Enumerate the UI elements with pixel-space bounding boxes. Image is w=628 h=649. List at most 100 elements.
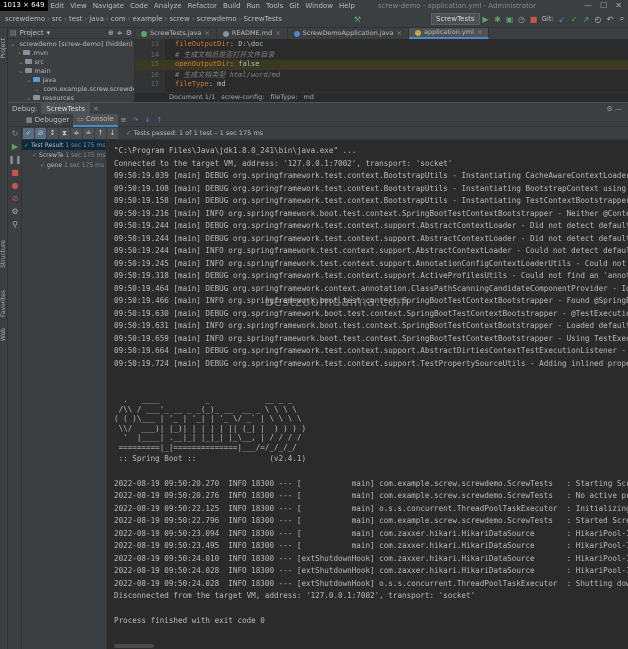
step-over-icon[interactable]: ↷	[130, 116, 142, 124]
breakpoints-icon[interactable]: ●	[8, 179, 22, 192]
gear-icon[interactable]: ⚙ —	[606, 105, 628, 113]
project-tool-label[interactable]: Project	[0, 38, 8, 59]
editor-tab[interactable]: application.yml ×	[408, 28, 490, 39]
menu-item-navigate[interactable]: Navigate	[90, 2, 127, 10]
chevron-icon[interactable]: ›	[18, 49, 21, 57]
close-icon[interactable]: ×	[204, 28, 209, 39]
tab-console[interactable]: ▭ Console	[73, 113, 118, 127]
next-failed-icon[interactable]: ↓	[107, 127, 118, 139]
menu-item-analyze[interactable]: Analyze	[151, 2, 185, 10]
web-tool-label[interactable]: Web	[0, 328, 8, 341]
breadcrumb-item[interactable]: screwdemo	[195, 15, 239, 23]
tree-item[interactable]: ⌄ main	[8, 66, 134, 75]
menu-item-git[interactable]: Git	[286, 2, 302, 10]
collapse-all-icon[interactable]: ≐	[83, 127, 94, 139]
search-icon[interactable]: ⌕	[616, 14, 628, 24]
prev-failed-icon[interactable]: ↑	[95, 127, 106, 139]
tree-item[interactable]: ⌄ com.example.screw.screwdemo	[8, 84, 134, 93]
step-into-icon[interactable]: ↓	[141, 116, 153, 124]
menu-item-help[interactable]: Help	[336, 2, 358, 10]
editor-breadcrumb-item[interactable]: screw-config:	[221, 93, 264, 101]
test-tree-item[interactable]: ✓ Test Result 1 sec 175 ms	[22, 140, 106, 150]
breadcrumb-item[interactable]: screwdemo	[3, 15, 47, 23]
sort-duration-icon[interactable]: ⧗	[59, 127, 70, 139]
profile-icon[interactable]: ◷	[516, 15, 528, 24]
git-push-icon[interactable]: ↗	[580, 15, 592, 24]
expand-all-icon[interactable]: ≑	[71, 127, 82, 139]
breadcrumb-item[interactable]: src	[50, 15, 64, 23]
breadcrumb-item[interactable]: test	[67, 15, 84, 23]
chevron-icon[interactable]: ⌄	[18, 58, 23, 66]
tree-item[interactable]: ⌄ java	[8, 75, 134, 84]
locate-icon[interactable]: ⊕	[108, 29, 114, 37]
console-horizontal-scrollbar[interactable]	[108, 643, 628, 649]
console-output[interactable]: "C:\Program Files\Java\jdk1.8.0_241\bin\…	[108, 140, 628, 649]
rollback-icon[interactable]: ↶	[604, 15, 616, 24]
menu-item-tools[interactable]: Tools	[263, 2, 286, 10]
menu-item-window[interactable]: Window	[302, 2, 336, 10]
tree-item[interactable]: ⌄ src	[8, 57, 134, 66]
breadcrumb-item[interactable]: screw	[167, 15, 191, 23]
layout-icon[interactable]: ≡	[118, 116, 130, 124]
tree-item[interactable]: › .mvn	[8, 48, 134, 57]
close-icon[interactable]: ×	[477, 28, 482, 38]
editor-tab[interactable]: README.md ×	[217, 28, 288, 39]
breadcrumb-item[interactable]: java	[87, 15, 106, 23]
close-icon[interactable]: ×	[275, 28, 280, 39]
editor-breadcrumb-item[interactable]: fileType:	[270, 93, 297, 101]
menu-item-build[interactable]: Build	[220, 2, 244, 10]
stop-icon[interactable]: ■	[528, 15, 540, 24]
chevron-icon[interactable]: ⌄	[34, 85, 39, 93]
close-icon[interactable]: ✕	[615, 1, 622, 10]
chevron-icon[interactable]: ⌄	[18, 67, 23, 75]
close-icon[interactable]: ✕	[90, 105, 102, 113]
hammer-icon[interactable]: ⚒	[351, 15, 363, 24]
tree-item[interactable]: ⌄ screwdemo [screw-demo] (hidden) D:\code…	[8, 39, 134, 48]
run-config-select[interactable]: ScrewTests	[431, 13, 480, 25]
menu-item-refactor[interactable]: Refactor	[185, 2, 220, 10]
menu-item-run[interactable]: Run	[244, 2, 263, 10]
git-commit-icon[interactable]: ✓	[568, 15, 580, 24]
collapse-icon[interactable]: ≑	[117, 29, 123, 37]
chevron-icon[interactable]: ⌄	[26, 94, 31, 102]
resume-icon[interactable]: ▶	[8, 140, 22, 153]
gear-icon[interactable]: ⚙	[126, 29, 134, 37]
breadcrumb-item[interactable]: com	[109, 15, 128, 23]
chevron-icon[interactable]: ⌄	[10, 40, 15, 48]
maximize-icon[interactable]: ☐	[600, 1, 607, 10]
pin-icon[interactable]: ⚲	[8, 218, 22, 231]
close-icon[interactable]: ×	[397, 28, 402, 39]
minimize-icon[interactable]: —	[584, 1, 592, 10]
chevron-down-icon[interactable]: ▾	[47, 29, 51, 37]
show-ignored-icon[interactable]: ⊘	[35, 127, 46, 139]
editor-breadcrumb-item[interactable]: Document 1/1	[169, 93, 215, 101]
settings-icon[interactable]: ⚙	[8, 205, 22, 218]
pause-icon[interactable]: ❚❚	[8, 153, 22, 166]
step-out-icon[interactable]: ↑	[153, 116, 165, 124]
run-icon[interactable]: ▶	[480, 15, 492, 24]
test-tree-item[interactable]: ✓ gene 1 sec 175 ms	[22, 160, 106, 170]
favorites-tool-label[interactable]: Favorites	[0, 290, 8, 317]
test-tree-item[interactable]: ✓ ScrewTe 1 sec 175 ms	[22, 150, 106, 160]
history-icon[interactable]: ◴	[592, 15, 604, 24]
rerun-icon[interactable]: ↻	[8, 127, 22, 140]
menu-item-code[interactable]: Code	[127, 2, 151, 10]
menu-item-view[interactable]: View	[67, 2, 90, 10]
scrollbar-thumb[interactable]	[114, 644, 154, 648]
code-editor[interactable]: 13 fileOutputDir: D:\doc 14 # 生成文档后是否打开文件目录…	[135, 39, 628, 92]
coverage-icon[interactable]: ▣	[504, 15, 516, 24]
stop-icon[interactable]: ■	[8, 166, 22, 179]
mute-breakpoints-icon[interactable]: ⊘	[8, 192, 22, 205]
sort-alpha-icon[interactable]: ↕	[47, 127, 58, 139]
tab-debugger[interactable]: ▦ Debugger	[22, 114, 73, 127]
menu-item-edit[interactable]: Edit	[48, 2, 68, 10]
show-passed-icon[interactable]: ✓	[23, 127, 34, 139]
debug-icon[interactable]: ✱	[492, 15, 504, 24]
editor-breadcrumb-item[interactable]: md	[303, 93, 313, 101]
git-update-icon[interactable]: ↙	[556, 15, 568, 24]
project-view-select[interactable]: Project	[20, 29, 44, 37]
editor-tab[interactable]: ScrewDemoApplication.java ×	[288, 28, 409, 39]
breadcrumb-item[interactable]: ScrewTests	[241, 15, 283, 23]
structure-tool-label[interactable]: Structure	[0, 240, 8, 268]
chevron-icon[interactable]: ⌄	[26, 76, 31, 84]
